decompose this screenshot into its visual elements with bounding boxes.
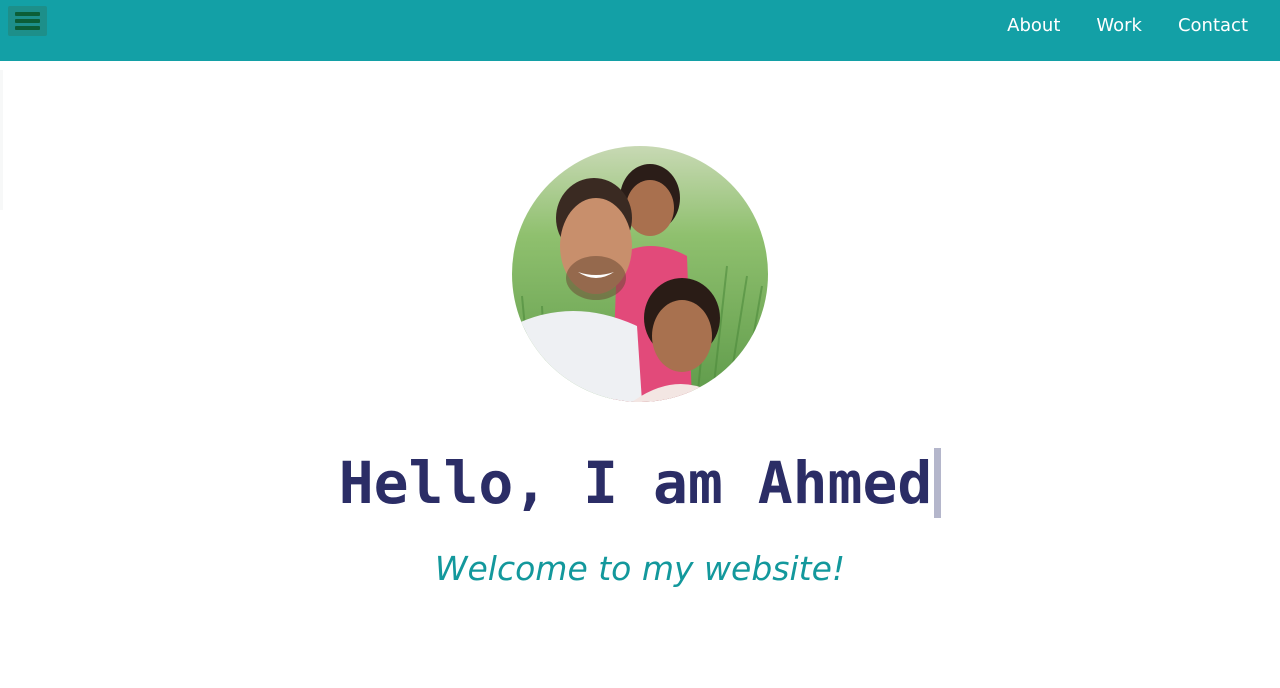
nav-links: About Work Contact <box>1007 14 1248 38</box>
profile-photo <box>512 146 768 402</box>
profile-photo-illustration <box>512 146 768 402</box>
nav-link-work[interactable]: Work <box>1096 14 1142 38</box>
menu-bar-middle <box>15 19 40 23</box>
menu-bar-top <box>15 12 40 16</box>
menu-bar-bottom <box>15 26 40 30</box>
nav-link-contact[interactable]: Contact <box>1178 14 1248 38</box>
side-edge-strip <box>0 70 3 210</box>
nav-link-about[interactable]: About <box>1007 14 1060 38</box>
hero-title-text: Hello, I am Ahmed <box>338 449 933 517</box>
hero-subtitle: Welcome to my website! <box>434 549 846 588</box>
hero-title: Hello, I am Ahmed <box>0 448 1280 518</box>
typing-cursor <box>934 448 942 518</box>
site-navbar: About Work Contact <box>0 0 1280 61</box>
hamburger-menu-icon[interactable] <box>8 6 47 36</box>
